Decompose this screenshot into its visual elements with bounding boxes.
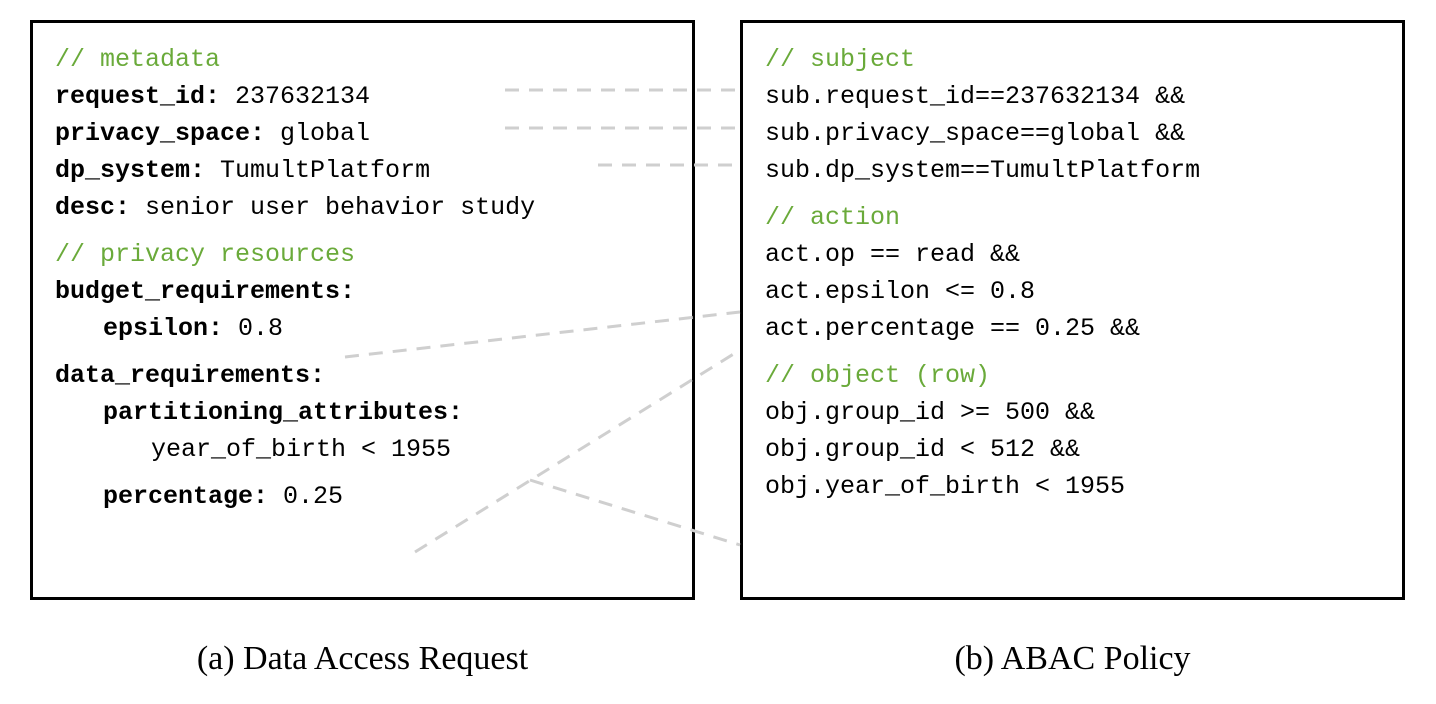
dp-system-val: TumultPlatform: [205, 156, 430, 185]
comment-metadata: // metadata: [55, 45, 220, 74]
sub-dp-system: sub.dp_system==TumultPlatform: [765, 156, 1200, 185]
percentage-key: percentage:: [103, 482, 268, 511]
epsilon-key: epsilon:: [103, 314, 223, 343]
comment-object: // object (row): [765, 361, 990, 390]
request-id-val: 237632134: [220, 82, 370, 111]
privacy-space-key: privacy_space:: [55, 119, 265, 148]
desc-key: desc:: [55, 193, 130, 222]
partitioning-attributes-key: partitioning_attributes:: [55, 394, 463, 431]
act-percentage: act.percentage == 0.25 &&: [765, 314, 1140, 343]
caption-right: (b) ABAC Policy: [740, 640, 1405, 678]
percentage-val: 0.25: [268, 482, 343, 511]
sub-request-id: sub.request_id==237632134 &&: [765, 82, 1185, 111]
request-id-key: request_id:: [55, 82, 220, 111]
dp-system-key: dp_system:: [55, 156, 205, 185]
epsilon-val: 0.8: [223, 314, 283, 343]
partitioning-attributes-val: year_of_birth < 1955: [55, 431, 451, 468]
obj-group-id-2: obj.group_id < 512 &&: [765, 435, 1080, 464]
obj-group-id-1: obj.group_id >= 500 &&: [765, 398, 1095, 427]
data-access-request-panel: // metadata request_id: 237632134 privac…: [30, 20, 695, 600]
budget-requirements-key: budget_requirements:: [55, 277, 355, 306]
desc-val: senior user behavior study: [130, 193, 535, 222]
act-op: act.op == read &&: [765, 240, 1020, 269]
caption-left: (a) Data Access Request: [30, 640, 695, 678]
comment-privacy-resources: // privacy resources: [55, 240, 355, 269]
privacy-space-val: global: [265, 119, 370, 148]
comment-subject: // subject: [765, 45, 915, 74]
comment-action: // action: [765, 203, 900, 232]
sub-privacy-space: sub.privacy_space==global &&: [765, 119, 1185, 148]
data-requirements-key: data_requirements:: [55, 361, 325, 390]
act-epsilon: act.epsilon <= 0.8: [765, 277, 1035, 306]
obj-year-of-birth: obj.year_of_birth < 1955: [765, 472, 1125, 501]
abac-policy-panel: // subject sub.request_id==237632134 && …: [740, 20, 1405, 600]
